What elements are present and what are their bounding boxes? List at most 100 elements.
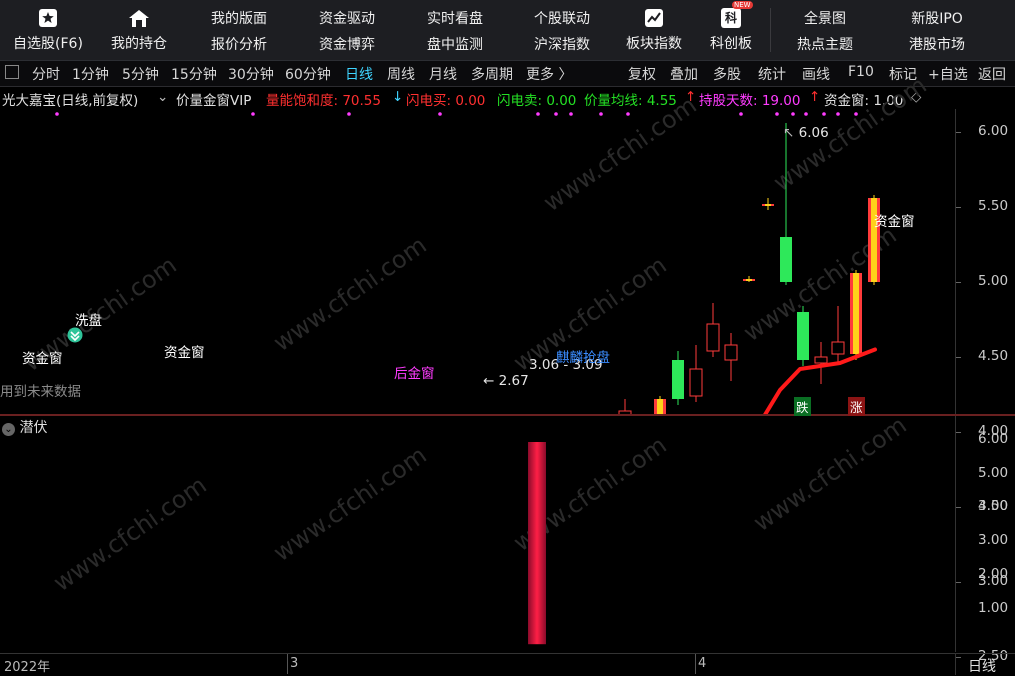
liang-arrow: ↓ — [392, 89, 404, 105]
max-price-value: 6.06 — [798, 125, 829, 141]
candle-edge — [663, 399, 666, 414]
nav-col-4[interactable]: 个股联动 沪深指数 — [517, 0, 607, 60]
period-30min[interactable]: 30分钟 — [228, 64, 274, 84]
min-price-label: ← 2.67 — [483, 373, 529, 389]
period-weekly[interactable]: 周线 — [387, 64, 415, 84]
nav-ganggushichang[interactable]: 港股市场 — [892, 34, 982, 54]
period-multi[interactable]: 多周期 — [471, 64, 513, 84]
tool-fanhui[interactable]: 返回 — [978, 64, 1006, 84]
nav-col-3[interactable]: 实时看盘 盘中监测 — [410, 0, 500, 60]
die-badge: 跌 — [794, 397, 811, 416]
nav-col-2[interactable]: 资金驱动 资金博弈 — [302, 0, 392, 60]
period-1min[interactable]: 1分钟 — [72, 64, 109, 84]
nav-gegulian[interactable]: 个股联动 — [517, 8, 607, 28]
chicang-label: 我的持仓 — [111, 36, 167, 52]
indicator-bar: 光大嘉宝(日线,前复权) ⌄ 价量金窗VIP 量能饱和度: 70.55 ↓ 闪电… — [0, 87, 955, 109]
nav-col-6[interactable]: 新股IPO 港股市场 — [892, 0, 982, 60]
nav-col-5[interactable]: 全景图 热点主题 — [780, 0, 870, 60]
sub-tick: 6.00 — [978, 431, 1009, 447]
candle-edge — [868, 198, 871, 282]
sub-tick: 2.00 — [978, 565, 1009, 582]
nav-zijinboyi[interactable]: 资金博弈 — [302, 34, 392, 54]
signal-dot — [438, 112, 442, 116]
signal-dot — [554, 112, 558, 116]
period-daily[interactable]: 日线 — [345, 64, 373, 84]
nav-quanjingtu[interactable]: 全景图 — [780, 8, 870, 28]
bottom-period[interactable]: 日线 — [968, 656, 996, 676]
nav-baojiafenxi[interactable]: 报价分析 — [194, 34, 284, 54]
period-5min[interactable]: 5分钟 — [122, 64, 159, 84]
qilin-label: 麒麟抢盘 — [556, 350, 610, 366]
kline-chart[interactable] — [0, 109, 955, 414]
nav-xinguipo[interactable]: 新股IPO — [892, 8, 982, 28]
trend-chart-icon — [643, 7, 665, 29]
top-nav: 自选股(F6) 我的持仓 我的版面 报价分析 资金驱动 资金博弈 实时看盘 盘中… — [0, 0, 1015, 61]
candle-body — [814, 356, 828, 364]
nav-col-1[interactable]: 我的版面 报价分析 — [194, 0, 284, 60]
period-fenshi[interactable]: 分时 — [32, 64, 60, 84]
kechuang-icon: 科 NEW — [720, 1, 753, 29]
period-monthly[interactable]: 月线 — [429, 64, 457, 84]
indicator-name[interactable]: 价量金窗VIP — [176, 89, 251, 109]
panel-toggle-icon[interactable] — [5, 65, 19, 79]
liang-value: 量能饱和度: 70.55 — [266, 93, 381, 109]
tool-zixuan[interactable]: +自选 — [928, 64, 968, 84]
period-toolbar: 分时 1分钟 5分钟 15分钟 30分钟 60分钟 日线 周线 月线 多周期 更… — [0, 61, 1015, 87]
hold-days: 持股天数: 19.00 — [699, 93, 801, 109]
signal-dot — [536, 112, 540, 116]
zhang-badge: 涨 — [848, 397, 865, 416]
tool-f10[interactable]: F10 — [848, 64, 874, 80]
tool-diejia[interactable]: 叠加 — [670, 64, 698, 84]
kechuang-button[interactable]: 科 NEW 科创板 — [700, 0, 762, 60]
xipan-icon — [67, 327, 83, 347]
signal-dot — [836, 112, 840, 116]
qianfu-bar — [528, 442, 546, 645]
candle-edge — [752, 279, 755, 281]
signal-dot — [739, 112, 743, 116]
tool-tongji[interactable]: 统计 — [758, 64, 786, 84]
houjinchuang-label: 后金窗 — [394, 366, 435, 382]
nav-divider — [770, 8, 771, 52]
signal-dot — [626, 112, 630, 116]
period-60min[interactable]: 60分钟 — [285, 64, 331, 84]
signal-dot — [791, 112, 795, 116]
stock-name[interactable]: 光大嘉宝(日线,前复权) — [2, 89, 138, 109]
price-tick: 4.50 — [978, 348, 1009, 364]
period-more[interactable]: 更多 〉 — [526, 64, 572, 84]
nav-redianzhuti[interactable]: 热点主题 — [780, 34, 870, 54]
sub-tick: 5.00 — [978, 464, 1009, 481]
tool-duogu[interactable]: 多股 — [713, 64, 741, 84]
bankuai-label: 板块指数 — [626, 36, 682, 52]
candle-edge — [850, 273, 853, 354]
nav-wodebanmian[interactable]: 我的版面 — [194, 8, 284, 28]
shandian-sell: 闪电卖: 0.00 — [497, 93, 577, 109]
candle-body — [780, 237, 792, 282]
nav-zijinqudong[interactable]: 资金驱动 — [302, 8, 392, 28]
nav-panzhongjiance[interactable]: 盘中监测 — [410, 34, 500, 54]
chicang-button[interactable]: 我的持仓 — [100, 0, 178, 60]
candle-body — [672, 360, 684, 399]
signal-dot — [804, 112, 808, 116]
shandian-buy: 闪电买: 0.00 — [406, 93, 486, 109]
period-15min[interactable]: 15分钟 — [171, 64, 217, 84]
arrow-icon: ↖ — [783, 125, 799, 141]
nav-shishikanpan[interactable]: 实时看盘 — [410, 8, 500, 28]
signal-dot — [55, 112, 59, 116]
xipan-label: 洗盘 — [75, 313, 102, 329]
time-axis: 2022年 3 4 日线 — [0, 653, 1015, 675]
nav-hushenzhishu[interactable]: 沪深指数 — [517, 34, 607, 54]
sub-tick: 3.00 — [978, 532, 1009, 549]
days-arrow: ↑ — [809, 89, 821, 105]
x-label-march: 3 — [290, 656, 299, 671]
dropdown-icon[interactable]: ⌄ — [157, 89, 168, 105]
bankuai-button[interactable]: 板块指数 — [616, 0, 692, 60]
price-axis: 6.00 5.50 5.00 4.50 4.00 3.50 3.00 2.50 — [955, 109, 1015, 664]
zixuan-button[interactable]: 自选股(F6) — [8, 0, 88, 60]
sub-chart[interactable] — [0, 416, 955, 653]
tool-huaxian[interactable]: 画线 — [802, 64, 830, 84]
candle-body — [831, 341, 845, 355]
signal-dot — [854, 112, 858, 116]
tool-fuquan[interactable]: 复权 — [628, 64, 656, 84]
x-label-april: 4 — [698, 656, 707, 671]
candle-edge — [762, 204, 765, 206]
